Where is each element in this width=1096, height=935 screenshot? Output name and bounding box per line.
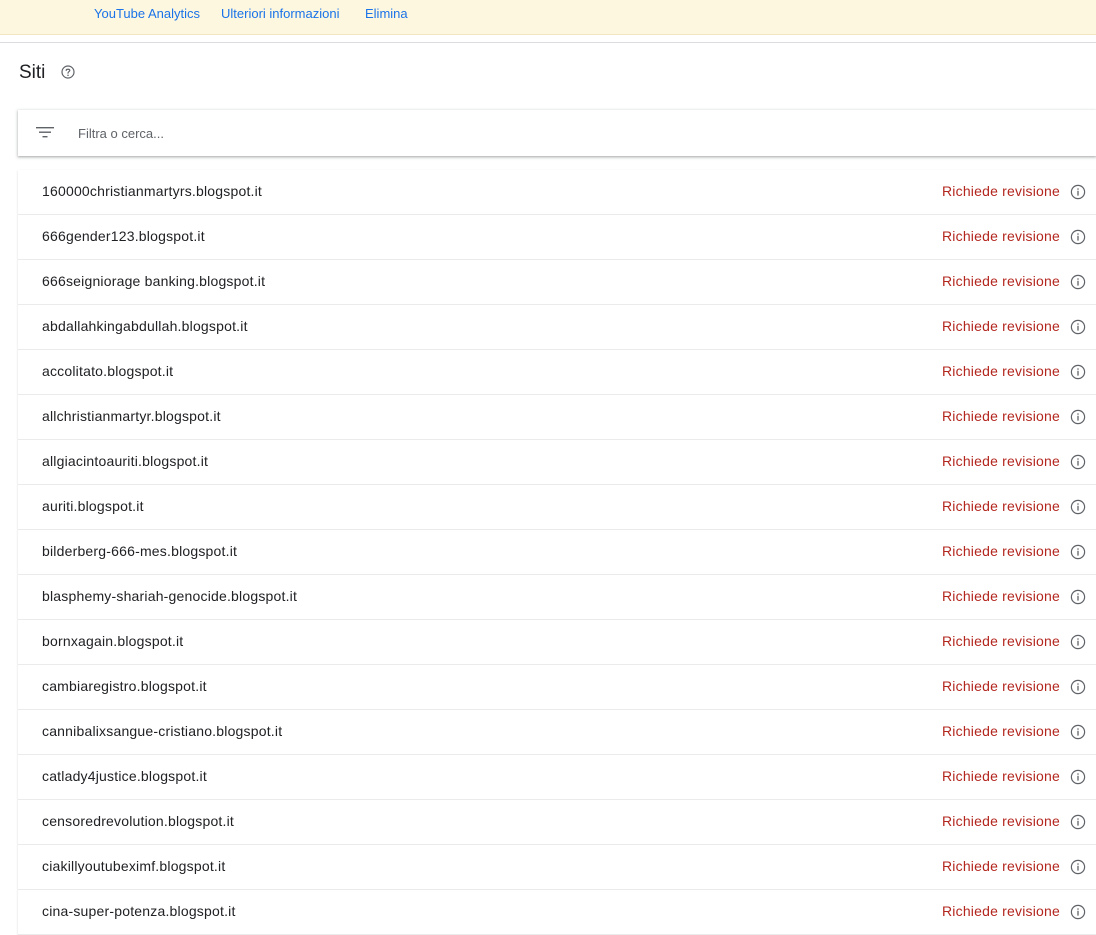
- status-badge: Richiede revisione: [942, 318, 1060, 334]
- site-row[interactable]: cina-super-potenza.blogspot.it Richiede r…: [18, 890, 1096, 935]
- info-icon[interactable]: [1070, 409, 1086, 425]
- info-icon[interactable]: [1070, 499, 1086, 515]
- info-icon[interactable]: [1070, 229, 1086, 245]
- status-badge: Richiede revisione: [942, 543, 1060, 559]
- site-name: cambiaregistro.blogspot.it: [42, 678, 207, 694]
- help-icon[interactable]: [61, 65, 75, 79]
- site-row[interactable]: 666seigniorage banking.blogspot.it Richie…: [18, 260, 1096, 305]
- status-badge: Richiede revisione: [942, 228, 1060, 244]
- status-badge: Richiede revisione: [942, 723, 1060, 739]
- site-name: accolitato.blogspot.it: [42, 363, 174, 379]
- site-name: bornxagain.blogspot.it: [42, 633, 184, 649]
- site-name: 666seigniorage banking.blogspot.it: [42, 273, 266, 289]
- site-name: allgiacintoauriti.blogspot.it: [42, 453, 209, 469]
- status-badge: Richiede revisione: [942, 363, 1060, 379]
- status-badge: Richiede revisione: [942, 813, 1060, 829]
- info-icon[interactable]: [1070, 589, 1086, 605]
- notification-banner: YouTube Analytics Ulteriori informazioni…: [0, 0, 1096, 35]
- site-row[interactable]: auriti.blogspot.it Richiede revisione: [18, 485, 1096, 530]
- filter-icon[interactable]: [36, 124, 54, 140]
- status-badge: Richiede revisione: [942, 453, 1060, 469]
- delete-link[interactable]: Elimina: [365, 6, 408, 21]
- site-name: catlady4justice.blogspot.it: [42, 768, 207, 784]
- site-row[interactable]: bornxagain.blogspot.it Richiede revisione: [18, 620, 1096, 665]
- info-icon[interactable]: [1070, 544, 1086, 560]
- page-title: Siti: [19, 62, 46, 83]
- more-info-link[interactable]: Ulteriori informazioni: [221, 6, 339, 21]
- info-icon[interactable]: [1070, 454, 1086, 470]
- site-row[interactable]: blasphemy-shariah-genocide.blogspot.it Ri…: [18, 575, 1096, 620]
- site-row[interactable]: cannibalixsangue-cristiano.blogspot.it Ri…: [18, 710, 1096, 755]
- site-row[interactable]: censoredrevolution.blogspot.it Richiede r…: [18, 800, 1096, 845]
- status-badge: Richiede revisione: [942, 768, 1060, 784]
- site-row[interactable]: 666gender123.blogspot.it Richiede revisio…: [18, 215, 1096, 260]
- header-divider: [0, 42, 1096, 43]
- status-badge: Richiede revisione: [942, 588, 1060, 604]
- info-icon[interactable]: [1070, 184, 1086, 200]
- site-name: cina-super-potenza.blogspot.it: [42, 903, 236, 919]
- status-badge: Richiede revisione: [942, 273, 1060, 289]
- status-badge: Richiede revisione: [942, 633, 1060, 649]
- filter-search-input[interactable]: [78, 122, 678, 144]
- info-icon[interactable]: [1070, 859, 1086, 875]
- info-icon[interactable]: [1070, 679, 1086, 695]
- site-row[interactable]: allchristianmartyr.blogspot.it Richiede r…: [18, 395, 1096, 440]
- site-name: 666gender123.blogspot.it: [42, 228, 205, 244]
- site-name: abdallahkingabdullah.blogspot.it: [42, 318, 248, 334]
- sites-list: 160000christianmartyrs.blogspot.it Richie…: [18, 170, 1096, 935]
- status-badge: Richiede revisione: [942, 678, 1060, 694]
- status-badge: Richiede revisione: [942, 183, 1060, 199]
- site-name: ciakillyoutubeximf.blogspot.it: [42, 858, 226, 874]
- site-name: censoredrevolution.blogspot.it: [42, 813, 235, 829]
- site-name: cannibalixsangue-cristiano.blogspot.it: [42, 723, 283, 739]
- info-icon[interactable]: [1070, 274, 1086, 290]
- status-badge: Richiede revisione: [942, 498, 1060, 514]
- site-row[interactable]: 160000christianmartyrs.blogspot.it Richie…: [18, 170, 1096, 215]
- info-icon[interactable]: [1070, 814, 1086, 830]
- info-icon[interactable]: [1070, 904, 1086, 920]
- site-name: auriti.blogspot.it: [42, 498, 144, 514]
- site-row[interactable]: cambiaregistro.blogspot.it Richiede revis…: [18, 665, 1096, 710]
- site-row[interactable]: allgiacintoauriti.blogspot.it Richiede re…: [18, 440, 1096, 485]
- site-row[interactable]: ciakillyoutubeximf.blogspot.it Richiede r…: [18, 845, 1096, 890]
- site-row[interactable]: accolitato.blogspot.it Richiede revisione: [18, 350, 1096, 395]
- info-icon[interactable]: [1070, 319, 1086, 335]
- site-row[interactable]: bilderberg-666-mes.blogspot.it Richiede r…: [18, 530, 1096, 575]
- info-icon[interactable]: [1070, 634, 1086, 650]
- status-badge: Richiede revisione: [942, 408, 1060, 424]
- info-icon[interactable]: [1070, 769, 1086, 785]
- filter-bar: [18, 110, 1096, 156]
- site-row[interactable]: catlady4justice.blogspot.it Richiede revi…: [18, 755, 1096, 800]
- youtube-analytics-link[interactable]: YouTube Analytics: [94, 6, 200, 21]
- info-icon[interactable]: [1070, 724, 1086, 740]
- status-badge: Richiede revisione: [942, 858, 1060, 874]
- site-name: allchristianmartyr.blogspot.it: [42, 408, 221, 424]
- site-name: 160000christianmartyrs.blogspot.it: [42, 183, 263, 199]
- status-badge: Richiede revisione: [942, 903, 1060, 919]
- site-row[interactable]: abdallahkingabdullah.blogspot.it Richiede…: [18, 305, 1096, 350]
- info-icon[interactable]: [1070, 364, 1086, 380]
- site-name: blasphemy-shariah-genocide.blogspot.it: [42, 588, 298, 604]
- site-name: bilderberg-666-mes.blogspot.it: [42, 543, 238, 559]
